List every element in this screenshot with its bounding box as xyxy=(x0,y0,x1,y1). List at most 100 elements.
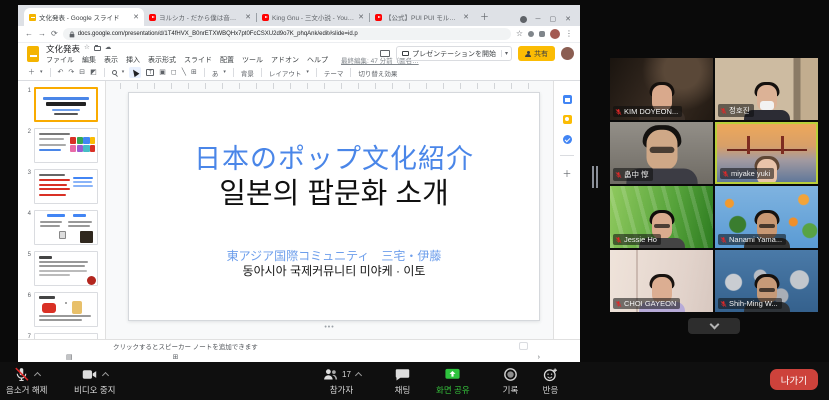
layout-dropdown-icon[interactable]: ▾ xyxy=(306,70,309,75)
participant-video-choi-gayeon[interactable]: CHOI GAYEON xyxy=(610,250,713,312)
participant-video-kim-doyeon[interactable]: KIM DOYEON... xyxy=(610,58,713,120)
insert-table-icon[interactable]: ⊞ xyxy=(191,69,197,76)
grid-view-icon[interactable]: ⊞ xyxy=(173,353,179,361)
back-icon[interactable]: ← xyxy=(25,30,33,38)
close-tab-icon[interactable]: ✕ xyxy=(463,13,469,21)
text-tool-label[interactable]: あ xyxy=(212,68,219,78)
text-box-icon[interactable]: T xyxy=(146,69,154,76)
notes-drag-handle[interactable]: ••• xyxy=(324,324,334,331)
share-screen-button[interactable]: 화면 공유 xyxy=(436,365,470,396)
stop-video-button[interactable]: 비디오 중지 xyxy=(74,365,115,396)
close-window-button[interactable]: ✕ xyxy=(565,15,571,23)
extension-icon[interactable] xyxy=(539,31,545,37)
bookmark-star-icon[interactable]: ☆ xyxy=(516,30,523,38)
extension-icon[interactable] xyxy=(528,31,534,37)
chrome-profile-icon[interactable] xyxy=(520,16,527,23)
panel-resize-handle[interactable] xyxy=(592,166,598,188)
address-bar[interactable]: docs.google.com/presentation/d/1T4fHVX_B… xyxy=(63,28,511,40)
record-button[interactable]: 기록 xyxy=(502,365,519,396)
reload-icon[interactable]: ⟳ xyxy=(51,30,58,38)
minimize-button[interactable]: ─ xyxy=(536,16,541,23)
audio-options-chevron[interactable] xyxy=(34,372,41,379)
get-addons-icon[interactable]: ＋ xyxy=(562,167,571,180)
slide-title-korean[interactable]: 일본의 팝문화 소개 xyxy=(129,170,539,212)
menu-arrange[interactable]: 配置 xyxy=(220,55,234,65)
browser-tab-youtube-3[interactable]: 【公式】PUI PUI モルカー 第1話… ✕ xyxy=(370,8,474,26)
menu-slide[interactable]: スライド xyxy=(184,55,212,65)
insert-line-icon[interactable]: ╲ xyxy=(182,69,186,76)
browser-profile-avatar[interactable] xyxy=(550,29,560,39)
participant-video-jeong-hojin[interactable]: 정호진 xyxy=(715,58,818,120)
account-avatar[interactable] xyxy=(561,47,574,60)
participant-video-hatakenaka[interactable]: 畠中 惇 xyxy=(610,122,713,184)
participant-video-nanami[interactable]: Nanami Yama... xyxy=(715,186,818,248)
menu-addons[interactable]: アドオン xyxy=(271,55,299,65)
select-tool-active[interactable] xyxy=(129,67,141,78)
share-button[interactable]: 共有 xyxy=(518,46,555,61)
video-options-chevron[interactable] xyxy=(102,372,109,379)
menu-help[interactable]: ヘルプ xyxy=(307,55,328,65)
filmstrip-view-icon[interactable]: ▤ xyxy=(66,353,73,361)
insert-image-icon[interactable]: ▣ xyxy=(159,69,166,76)
tasks-icon[interactable] xyxy=(563,135,572,144)
participant-video-shih-ming[interactable]: Shih-Ming W... xyxy=(715,250,818,312)
menu-edit[interactable]: 編集 xyxy=(82,55,96,65)
background-button[interactable]: 背景 xyxy=(241,68,254,78)
collapse-gallery-button[interactable] xyxy=(688,318,740,334)
undo-icon[interactable]: ↶ xyxy=(58,69,64,76)
new-slide-dropdown-icon[interactable]: ▾ xyxy=(40,70,43,75)
theme-button[interactable]: テーマ xyxy=(324,68,344,78)
slide-thumbnail-3[interactable]: 3 xyxy=(18,167,105,208)
present-dropdown-icon[interactable]: ▾ xyxy=(501,50,511,57)
speaker-notes-bar[interactable]: クリックするとスピーカー ノートを追加できます xyxy=(18,339,580,352)
slide-thumbnail-4[interactable]: 4 xyxy=(18,208,105,249)
menu-format[interactable]: 表示形式 xyxy=(148,55,176,65)
close-tab-icon[interactable]: ✕ xyxy=(358,13,364,21)
layout-button[interactable]: レイアウト xyxy=(269,68,302,78)
reactions-button[interactable]: 반응 xyxy=(542,365,559,396)
participants-options-chevron[interactable] xyxy=(355,372,362,379)
print-icon[interactable]: ⊟ xyxy=(79,69,85,76)
new-slide-button[interactable]: ＋ xyxy=(28,69,35,76)
collapse-panel-icon[interactable]: › xyxy=(538,354,540,361)
browser-tab-youtube-2[interactable]: King Gnu - 三文小説 - YouTube ✕ xyxy=(257,8,369,26)
close-tab-icon[interactable]: ✕ xyxy=(245,13,251,21)
menu-file[interactable]: ファイル xyxy=(46,55,74,65)
move-folder-icon[interactable] xyxy=(94,46,101,51)
redo-icon[interactable]: ↷ xyxy=(68,69,74,76)
menu-tools[interactable]: ツール xyxy=(242,55,263,65)
keep-icon[interactable] xyxy=(563,115,572,124)
calendar-icon[interactable] xyxy=(563,95,572,104)
chrome-menu-icon[interactable]: ⋮ xyxy=(565,30,573,38)
current-slide[interactable]: 日本のポップ文化紹介 일본의 팝문화 소개 東アジア国際コミュニティ 三宅・伊藤… xyxy=(128,92,540,321)
unmute-button[interactable]: 음소거 해제 xyxy=(6,365,47,396)
zoom-tool-icon[interactable] xyxy=(112,70,117,75)
paint-format-icon[interactable]: ◩ xyxy=(90,69,97,76)
doc-title[interactable]: 文化発表 xyxy=(46,43,80,55)
text-dropdown-icon[interactable]: ▾ xyxy=(223,70,226,75)
slide-thumbnail-1[interactable]: 1 xyxy=(18,85,105,126)
star-icon[interactable]: ☆ xyxy=(84,45,90,52)
menu-insert[interactable]: 挿入 xyxy=(126,55,140,65)
slide-thumbnail-5[interactable]: 5 xyxy=(18,249,105,290)
present-display-icon[interactable] xyxy=(380,50,390,57)
participant-video-miyake-yuki-active-speaker[interactable]: miyake yuki xyxy=(715,122,818,184)
maximize-button[interactable]: ▢ xyxy=(550,15,557,23)
slide-thumbnail-6[interactable]: 6 xyxy=(18,290,105,331)
close-tab-icon[interactable]: ✕ xyxy=(133,13,139,21)
menu-view[interactable]: 表示 xyxy=(104,55,118,65)
leave-meeting-button[interactable]: 나가기 xyxy=(770,369,818,390)
notes-button-icon[interactable] xyxy=(519,342,528,350)
slide-thumbnail-2[interactable]: 2 xyxy=(18,126,105,167)
slides-app-icon[interactable] xyxy=(27,46,39,62)
participants-button[interactable]: 17 참가자 xyxy=(322,365,361,396)
slide-thumbnail-7[interactable]: 7 xyxy=(18,331,105,339)
insert-shape-icon[interactable]: ◻ xyxy=(171,69,177,76)
chat-button[interactable]: 채팅 xyxy=(394,365,411,396)
start-presentation-button[interactable]: プレゼンテーションを開始 ▾ xyxy=(396,46,512,61)
browser-tab-slides[interactable]: 文化発表 - Google スライド ✕ xyxy=(24,8,144,26)
participant-video-jessie-ho[interactable]: Jessie Ho xyxy=(610,186,713,248)
forward-icon[interactable]: → xyxy=(38,30,46,38)
new-tab-button[interactable]: ＋ xyxy=(480,10,489,23)
slide-subtitle-korean[interactable]: 동아시아 국제커뮤니티 미야케 · 이토 xyxy=(129,262,539,279)
